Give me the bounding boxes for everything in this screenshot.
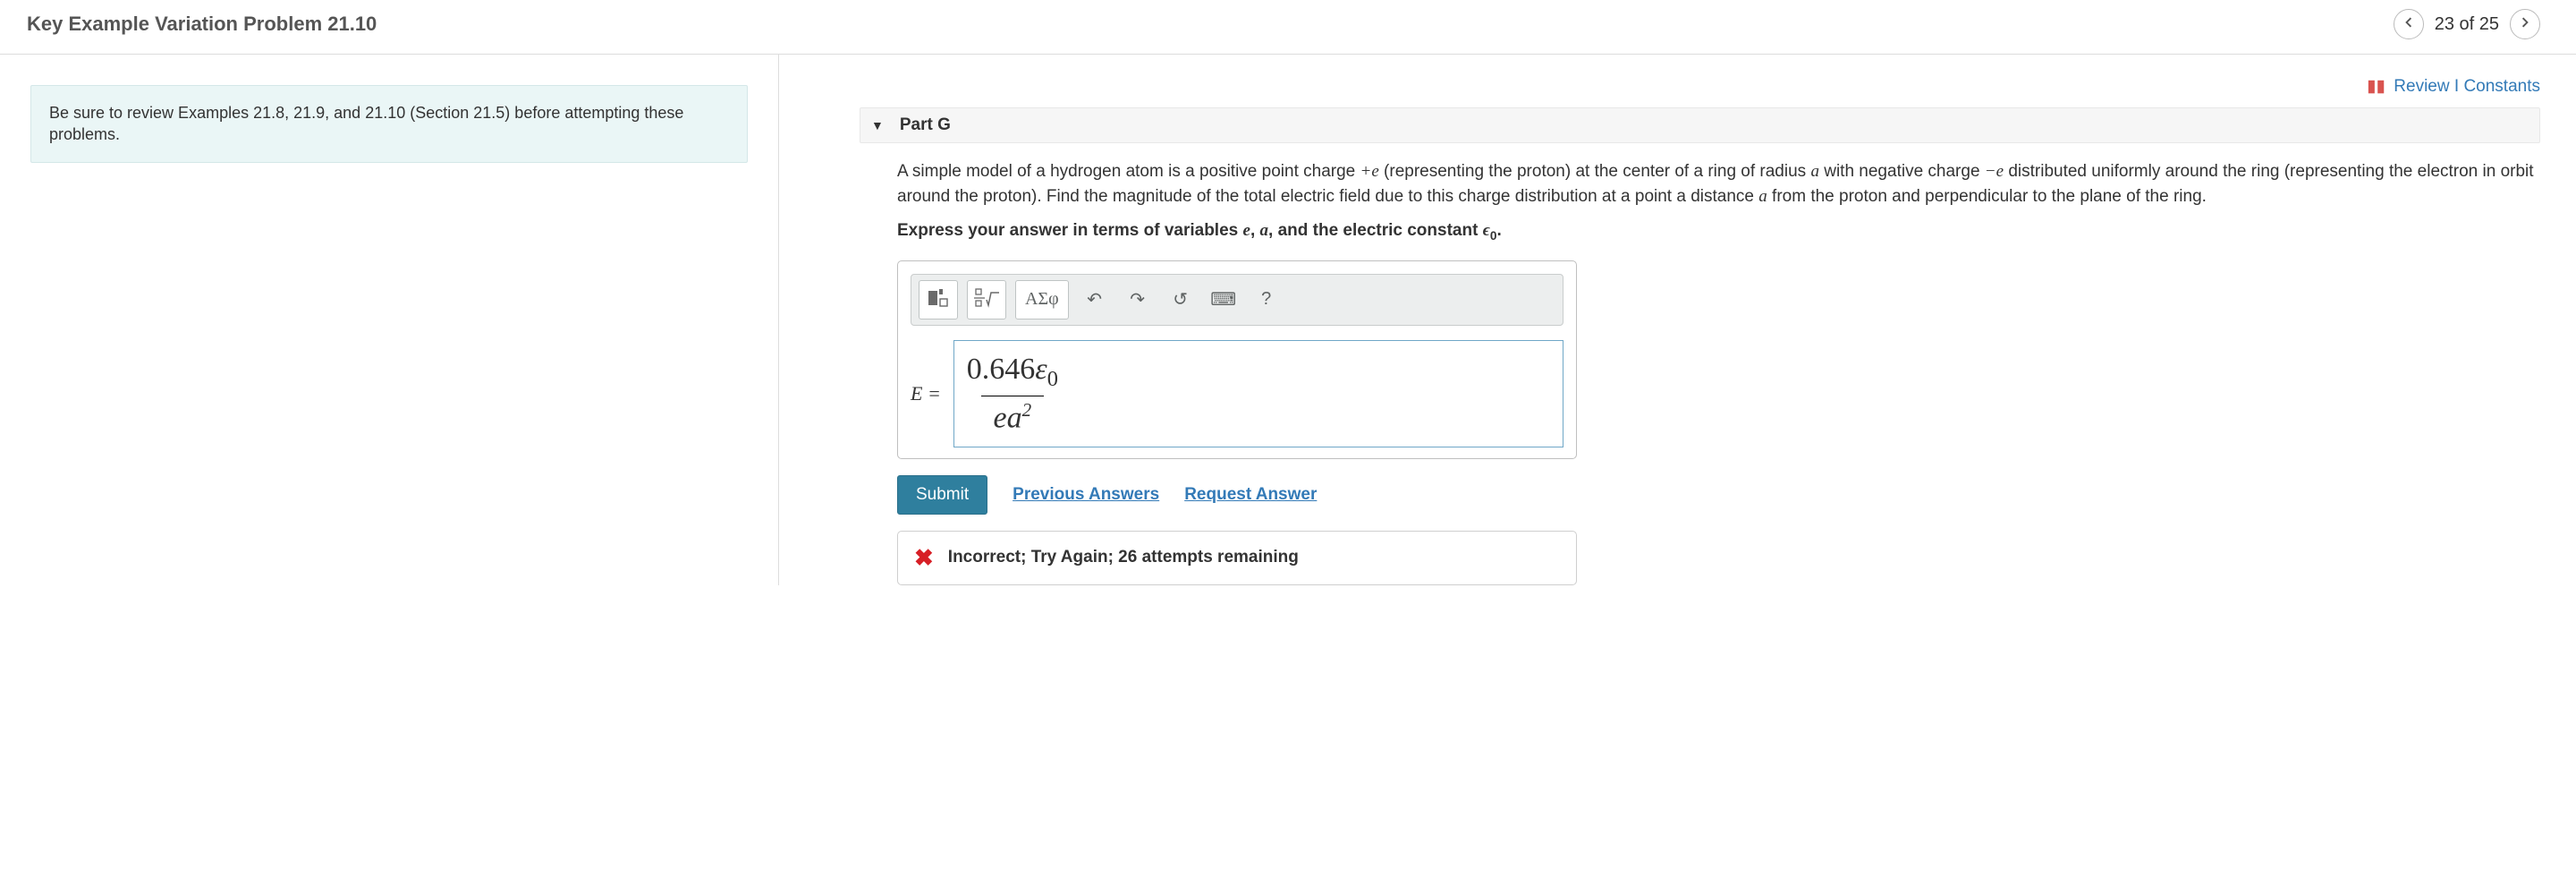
part-title: Part G: [900, 115, 951, 135]
chevron-left-icon: [2403, 16, 2414, 32]
constants-link[interactable]: Constants: [2463, 77, 2540, 96]
page-title: Key Example Variation Problem 21.10: [27, 13, 377, 36]
templates-icon: [928, 288, 949, 311]
fraction-numerator: 0.646ε0: [967, 353, 1058, 396]
keyboard-icon: ⌨: [1210, 288, 1236, 311]
fraction-denominator: ea2: [981, 396, 1045, 435]
help-icon: ?: [1261, 289, 1271, 310]
greek-symbols-button[interactable]: ΑΣφ: [1015, 280, 1069, 319]
feedback-box: ✖ Incorrect; Try Again; 26 attempts rema…: [897, 531, 1577, 585]
page-header: Key Example Variation Problem 21.10 23 o…: [0, 0, 2576, 55]
previous-answers-link[interactable]: Previous Answers: [1013, 485, 1159, 505]
caret-down-icon: ▼: [871, 118, 884, 132]
answer-row: E = 0.646ε0 ea2: [911, 340, 1563, 447]
fraction-root-icon: [974, 287, 999, 312]
content-area: Be sure to review Examples 21.8, 21.9, a…: [0, 55, 2576, 585]
keyboard-button[interactable]: ⌨: [1207, 288, 1241, 311]
redo-icon: ↷: [1130, 288, 1145, 311]
redo-button[interactable]: ↷: [1121, 288, 1155, 311]
prev-question-button[interactable]: [2394, 9, 2424, 39]
book-icon: ▮▮: [2367, 77, 2385, 96]
answer-box: ΑΣφ ↶ ↷ ↺ ⌨ ? E = 0.646ε0: [897, 260, 1577, 459]
question-position: 23 of 25: [2435, 14, 2499, 35]
answer-fraction: 0.646ε0 ea2: [967, 353, 1058, 434]
answer-actions: Submit Previous Answers Request Answer: [897, 475, 2540, 515]
chevron-right-icon: [2520, 16, 2530, 32]
fraction-root-button[interactable]: [967, 280, 1006, 319]
part-header[interactable]: ▼ Part G: [860, 107, 2540, 143]
reset-button[interactable]: ↺: [1164, 288, 1198, 311]
submit-button[interactable]: Submit: [897, 475, 987, 515]
undo-icon: ↶: [1087, 288, 1102, 311]
resources-links: ▮▮ Review I Constants: [815, 76, 2540, 97]
greek-label: ΑΣφ: [1025, 289, 1059, 310]
part-body: A simple model of a hydrogen atom is a p…: [860, 159, 2540, 585]
reset-icon: ↺: [1173, 288, 1188, 311]
next-question-button[interactable]: [2510, 9, 2540, 39]
answer-lhs: E =: [911, 382, 941, 405]
feedback-text: Incorrect; Try Again; 26 attempts remain…: [948, 548, 1299, 567]
templates-button[interactable]: [919, 280, 958, 319]
pagination: 23 of 25: [2394, 9, 2540, 39]
incorrect-icon: ✖: [914, 544, 934, 572]
request-answer-link[interactable]: Request Answer: [1184, 485, 1317, 505]
answer-input[interactable]: 0.646ε0 ea2: [953, 340, 1563, 447]
link-separator: I: [2454, 77, 2464, 96]
problem-column: ▮▮ Review I Constants ▼ Part G A simple …: [779, 55, 2576, 585]
help-button[interactable]: ?: [1250, 289, 1284, 310]
review-hint: Be sure to review Examples 21.8, 21.9, a…: [30, 85, 748, 163]
undo-button[interactable]: ↶: [1078, 288, 1112, 311]
problem-statement: A simple model of a hydrogen atom is a p…: [897, 159, 2540, 209]
review-link[interactable]: Review: [2394, 77, 2449, 96]
instructions-column: Be sure to review Examples 21.8, 21.9, a…: [0, 55, 778, 585]
equation-toolbar: ΑΣφ ↶ ↷ ↺ ⌨ ?: [911, 274, 1563, 326]
answer-instructions: Express your answer in terms of variable…: [897, 221, 2540, 243]
